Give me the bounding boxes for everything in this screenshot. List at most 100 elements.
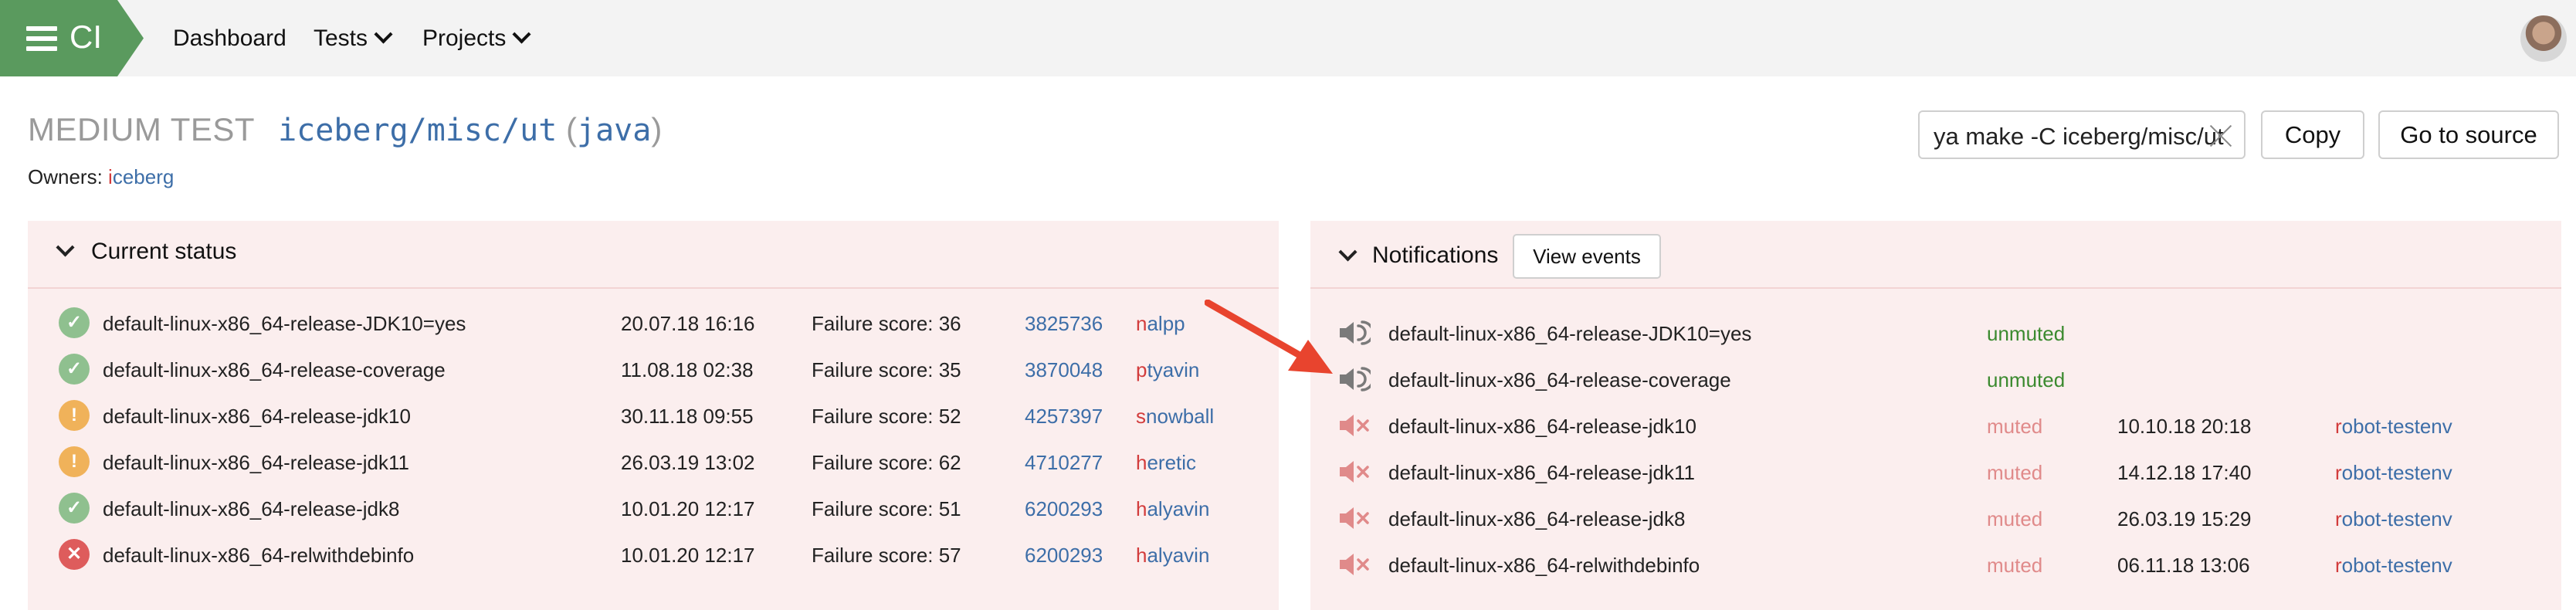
error-icon: ✕	[59, 539, 90, 570]
user-initial: r	[2335, 507, 2342, 530]
status-date: 26.03.19 13:02	[621, 451, 755, 474]
collapse-chevron-icon[interactable]	[1338, 242, 1357, 262]
author-name: alyavin	[1147, 544, 1210, 567]
nav-projects[interactable]: Projects	[422, 23, 531, 54]
command-value: ya make -C iceberg/misc/ut	[1934, 123, 2224, 150]
revision-link[interactable]: 4710277	[1025, 451, 1103, 474]
status-date: 10.01.20 12:17	[621, 544, 755, 567]
command-field[interactable]: ya make -C iceberg/misc/ut	[1918, 110, 2246, 159]
paren-close: )	[651, 111, 663, 147]
ci-logo-menu[interactable]: CI	[0, 0, 144, 76]
nav-projects-label: Projects	[422, 25, 507, 51]
author-initial: s	[1136, 405, 1146, 428]
mute-date: 14.12.18 17:40	[2117, 461, 2252, 484]
logo-text: CI	[69, 19, 102, 55]
author-name: nowball	[1146, 405, 1215, 428]
toolchain-name: default-linux-x86_64-relwithdebinfo	[1388, 554, 1700, 577]
test-language-link[interactable]: java	[577, 113, 651, 148]
author-name: alpp	[1147, 312, 1185, 335]
mute-state: muted	[1987, 554, 2043, 577]
author-initial: n	[1136, 312, 1147, 335]
author-initial: h	[1136, 544, 1147, 567]
nav-tests[interactable]: Tests	[314, 23, 393, 54]
notification-row: default-linux-x86_64-release-jdk10 muted 1…	[1310, 415, 2561, 461]
muted-by-link[interactable]: robot-testenv	[2335, 554, 2452, 577]
nav-dashboard[interactable]: Dashboard	[173, 23, 286, 54]
speaker-icon[interactable]	[1338, 365, 1371, 393]
speaker-muted-icon[interactable]	[1338, 412, 1371, 439]
muted-by-link[interactable]: robot-testenv	[2335, 461, 2452, 484]
failure-score: Failure score: 36	[812, 312, 961, 335]
author-name: alyavin	[1147, 497, 1210, 520]
speaker-muted-icon[interactable]	[1338, 458, 1371, 486]
warning-icon: !	[59, 400, 90, 431]
revision-link[interactable]: 6200293	[1025, 544, 1103, 567]
notification-row: default-linux-x86_64-release-JDK10=yes un…	[1310, 319, 2561, 368]
revision-link[interactable]: 3825736	[1025, 312, 1103, 335]
author-link[interactable]: snowball	[1136, 405, 1214, 428]
annotation-arrow-icon	[1205, 300, 1333, 374]
toolchain-name: default-linux-x86_64-release-coverage	[103, 358, 446, 381]
speaker-icon[interactable]	[1338, 319, 1371, 347]
collapse-chevron-icon[interactable]	[56, 238, 75, 257]
test-kind: MEDIUM TEST	[28, 111, 256, 147]
author-link[interactable]: heretic	[1136, 451, 1196, 474]
status-date: 10.01.20 12:17	[621, 497, 755, 520]
toolchain-name: default-linux-x86_64-release-coverage	[1388, 368, 1731, 391]
notification-row: default-linux-x86_64-release-jdk11 muted 1…	[1310, 461, 2561, 507]
toolchain-name: default-linux-x86_64-release-jdk10	[103, 405, 411, 428]
user-initial: r	[2335, 554, 2342, 577]
author-link[interactable]: ptyavin	[1136, 358, 1199, 381]
toolchain-name: default-linux-x86_64-release-jdk11	[1388, 461, 1695, 484]
mute-state: unmuted	[1987, 322, 2066, 345]
toolchain-name: default-linux-x86_64-release-JDK10=yes	[103, 312, 466, 335]
current-status-panel: Current status ✓ default-linux-x86_64-rel…	[28, 221, 1279, 610]
toolchain-name: default-linux-x86_64-release-JDK10=yes	[1388, 322, 1752, 345]
author-link[interactable]: halyavin	[1136, 497, 1209, 520]
user-name: obot-testenv	[2341, 507, 2452, 530]
hamburger-menu-icon[interactable]	[26, 26, 57, 51]
muted-by-link[interactable]: robot-testenv	[2335, 415, 2452, 438]
current-status-header[interactable]: Current status	[28, 221, 1279, 289]
failure-score: Failure score: 62	[812, 451, 961, 474]
user-name: obot-testenv	[2341, 415, 2452, 438]
notifications-header: Notifications View events	[1310, 221, 2561, 289]
user-initial: r	[2335, 461, 2342, 484]
notification-row: default-linux-x86_64-release-jdk8 muted 26…	[1310, 507, 2561, 554]
mute-date: 06.11.18 13:06	[2117, 554, 2250, 577]
status-row: ! default-linux-x86_64-release-jdk10 30.11…	[28, 400, 1279, 451]
failure-score: Failure score: 35	[812, 358, 961, 381]
user-avatar[interactable]	[2520, 15, 2567, 62]
mute-state: muted	[1987, 461, 2043, 484]
revision-link[interactable]: 6200293	[1025, 497, 1103, 520]
failure-score: Failure score: 52	[812, 405, 961, 428]
status-date: 20.07.18 16:16	[621, 312, 755, 335]
failure-score: Failure score: 51	[812, 497, 961, 520]
go-to-source-button[interactable]: Go to source	[2378, 110, 2559, 159]
copy-button[interactable]: Copy	[2261, 110, 2364, 159]
check-icon: ✓	[59, 493, 90, 524]
owner-link[interactable]: ceberg	[113, 165, 175, 188]
toolchain-name: default-linux-x86_64-release-jdk8	[103, 497, 400, 520]
notification-row: default-linux-x86_64-release-coverage unm…	[1310, 365, 2561, 415]
top-navbar: CI Dashboard Tests Projects	[0, 0, 2576, 76]
revision-link[interactable]: 3870048	[1025, 358, 1103, 381]
user-name: obot-testenv	[2341, 554, 2452, 577]
status-date: 11.08.18 02:38	[621, 358, 754, 381]
mute-state: muted	[1987, 507, 2043, 530]
paren-open: (	[565, 111, 577, 147]
author-name: eretic	[1147, 451, 1197, 474]
toolchain-name: default-linux-x86_64-release-jdk10	[1388, 415, 1696, 438]
test-path-link[interactable]: iceberg/misc/ut	[278, 113, 557, 148]
muted-by-link[interactable]: robot-testenv	[2335, 507, 2452, 530]
speaker-muted-icon[interactable]	[1338, 551, 1371, 578]
revision-link[interactable]: 4257397	[1025, 405, 1103, 428]
speaker-muted-icon[interactable]	[1338, 504, 1371, 532]
owners-line: Owners: iceberg	[28, 165, 174, 188]
author-link[interactable]: halyavin	[1136, 544, 1209, 567]
nav-tests-label: Tests	[314, 25, 368, 51]
notifications-panel: Notifications View events default-linux-…	[1310, 221, 2561, 610]
clear-icon[interactable]	[2208, 123, 2233, 147]
view-events-button[interactable]: View events	[1513, 234, 1661, 279]
author-link[interactable]: nalpp	[1136, 312, 1185, 335]
